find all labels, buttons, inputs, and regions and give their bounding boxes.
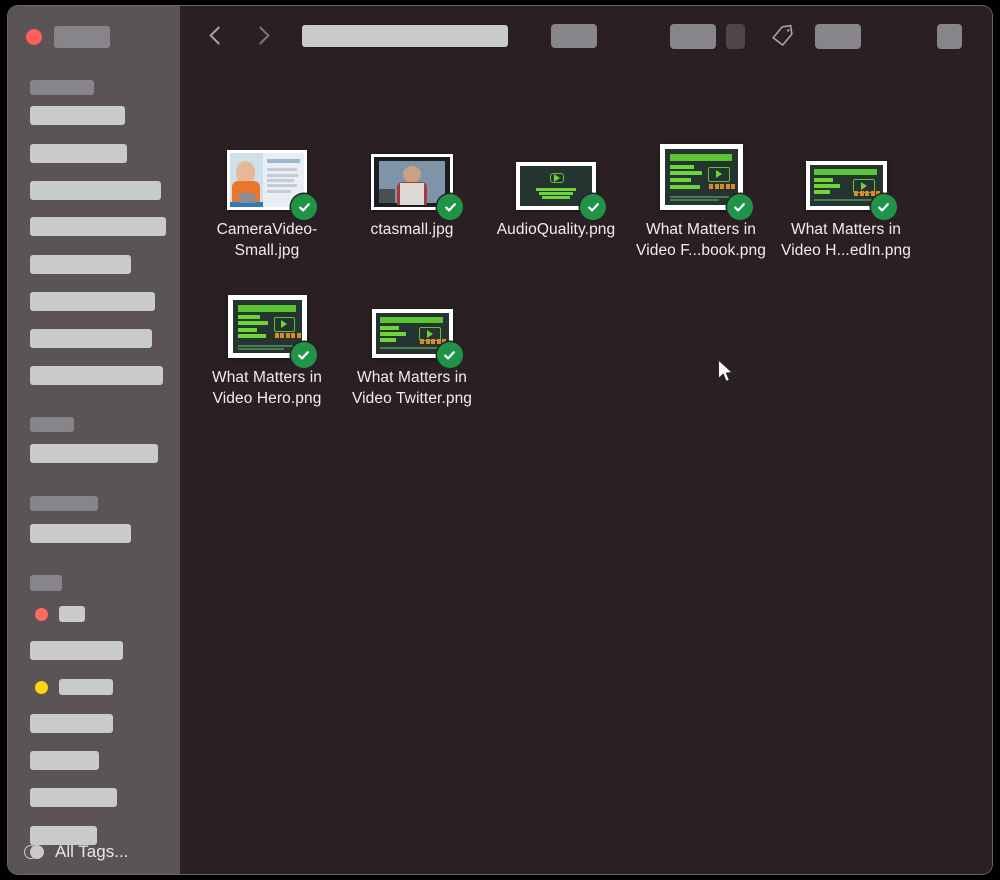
arrow-pointer-icon	[717, 359, 735, 385]
back-button[interactable]	[204, 23, 230, 49]
thumbnail-container	[483, 128, 629, 220]
thumbnail-audioquality	[516, 162, 606, 220]
sidebar-item-12[interactable]	[30, 714, 113, 733]
file-item[interactable]: ctasmall.jpg	[339, 128, 485, 240]
check-circle-icon	[437, 194, 463, 220]
yellow-tag-dot	[35, 680, 48, 694]
file-item[interactable]: What Matters in Video Hero.png	[194, 276, 340, 409]
sidebar-item-6[interactable]	[30, 292, 155, 311]
file-name: ctasmall.jpg	[370, 221, 454, 238]
poster-art	[375, 313, 449, 354]
thumbnail-camera-video	[227, 150, 317, 220]
sidebar-tag-row-2[interactable]	[35, 679, 113, 695]
traffic-lights	[26, 26, 110, 48]
check-circle-icon	[291, 194, 317, 220]
poster-art	[232, 300, 302, 353]
sidebar-section-header-1	[30, 80, 94, 95]
sidebar-item-10[interactable]	[30, 524, 131, 543]
sidebar-item-14[interactable]	[30, 788, 117, 807]
sidebar-section-header-tags	[30, 575, 62, 591]
thumbnail-container	[773, 128, 919, 220]
venn-circles-icon	[24, 844, 45, 860]
sidebar-item-11[interactable]	[30, 641, 123, 660]
sidebar-item-1[interactable]	[30, 106, 125, 125]
sidebar-tag-label-2	[59, 679, 113, 695]
sidebar-tag-label-1	[59, 606, 85, 622]
file-item[interactable]: What Matters in Video H...edIn.png	[773, 128, 919, 261]
thumbnail-hero-poster	[227, 295, 317, 368]
thumbnail-linkedin-poster	[805, 161, 897, 220]
finder-window: All Tags... CameraVideo- Small.jpg ctasm…	[8, 6, 992, 874]
file-grid: CameraVideo- Small.jpg ctasmall.jpg Audi…	[180, 66, 992, 874]
thumbnail-container	[194, 276, 340, 368]
sidebar-item-7[interactable]	[30, 329, 152, 348]
sidebar-section-header-2	[30, 417, 74, 432]
file-item[interactable]: What Matters in Video F...book.png	[628, 128, 774, 261]
sidebar-item-3[interactable]	[30, 181, 161, 200]
sidebar-section-header-3	[30, 496, 98, 511]
file-name: CameraVideo- Small.jpg	[216, 221, 318, 259]
sidebar-item-13[interactable]	[30, 751, 99, 770]
window-title-redacted	[54, 26, 110, 48]
toolbar-button-5[interactable]	[937, 23, 962, 49]
sidebar-item-8[interactable]	[30, 366, 163, 385]
file-item[interactable]: AudioQuality.png	[483, 128, 629, 240]
toolbar-button-2[interactable]	[670, 23, 716, 49]
sidebar-item-9[interactable]	[30, 444, 158, 463]
sidebar-item-2[interactable]	[30, 144, 127, 163]
file-name: What Matters in Video H...edIn.png	[781, 221, 911, 259]
check-circle-icon	[290, 342, 317, 368]
toolbar	[180, 6, 992, 66]
file-name: What Matters in Video Hero.png	[211, 369, 323, 407]
file-item[interactable]: What Matters in Video Twitter.png	[339, 276, 485, 409]
content-area: CameraVideo- Small.jpg ctasmall.jpg Audi…	[180, 6, 992, 874]
toolbar-button-3[interactable]	[726, 23, 745, 49]
poster-art	[664, 149, 738, 205]
forward-button[interactable]	[250, 23, 276, 49]
thumbnail-container	[339, 276, 485, 368]
thumbnail-ctasmall	[371, 154, 463, 220]
thumbnail-container	[628, 128, 774, 220]
sidebar-item-4[interactable]	[30, 217, 166, 236]
red-tag-dot	[35, 607, 48, 621]
tag-icon[interactable]	[769, 24, 795, 48]
sidebar-tag-row-1[interactable]	[35, 606, 85, 622]
file-name: AudioQuality.png	[496, 221, 616, 238]
thumbnail-facebook-poster	[659, 144, 753, 220]
thumbnail-container	[339, 128, 485, 220]
thumbnail-container	[194, 128, 340, 220]
check-circle-icon	[580, 194, 606, 220]
file-name: What Matters in Video Twitter.png	[351, 369, 473, 407]
toolbar-button-1[interactable]	[551, 24, 597, 48]
file-name: What Matters in Video F...book.png	[636, 221, 766, 259]
toolbar-button-4[interactable]	[815, 23, 861, 49]
check-circle-icon	[436, 342, 463, 368]
sidebar-item-5[interactable]	[30, 255, 131, 274]
sidebar: All Tags...	[8, 6, 180, 874]
check-circle-icon	[726, 194, 753, 220]
file-item[interactable]: CameraVideo- Small.jpg	[194, 128, 340, 261]
close-button[interactable]	[26, 29, 42, 45]
all-tags-label: All Tags...	[55, 842, 129, 861]
thumbnail-twitter-poster	[371, 309, 463, 368]
path-title-redacted[interactable]	[302, 25, 508, 47]
poster-art	[809, 165, 883, 206]
all-tags-button[interactable]: All Tags...	[24, 842, 128, 862]
check-circle-icon	[870, 194, 897, 220]
